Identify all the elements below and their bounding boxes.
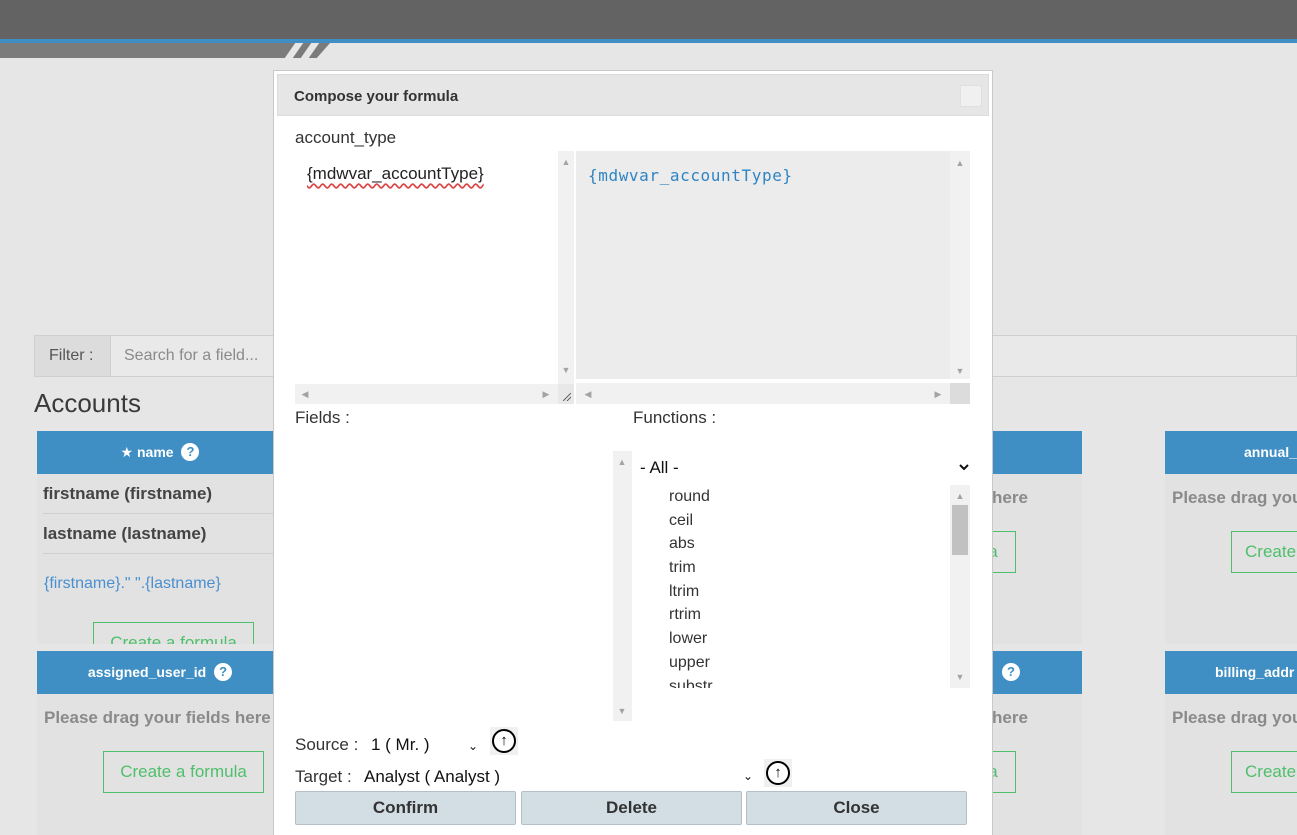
function-item[interactable]: trim [632, 556, 950, 580]
source-select[interactable]: 1 ( Mr. ) [371, 735, 430, 755]
compose-formula-dialog: Compose your formula account_type {mdwva… [273, 70, 993, 835]
filter-label: Filter : [35, 336, 111, 376]
app-topbar [0, 0, 1297, 40]
card-drop-hint: Please drag your fields here [44, 708, 271, 727]
scroll-up-icon[interactable]: ▲ [558, 157, 574, 167]
scroll-down-icon[interactable]: ▼ [558, 365, 574, 375]
fields-label: Fields : [295, 408, 350, 427]
target-up-button[interactable]: ↑ [764, 759, 792, 787]
scroll-left-icon[interactable]: ◀ [297, 389, 313, 399]
help-icon[interactable]: ? [214, 663, 233, 681]
card-drop-hint: here [992, 488, 1028, 507]
card-title: annual_ [1244, 444, 1297, 460]
functions-list: round ceil abs trim ltrim rtrim lower up… [632, 485, 950, 688]
target-field-name: account_type [295, 128, 397, 147]
topbar-accent-line [0, 39, 1297, 43]
field-card-name: ★ name ? firstname (firstname) lastname … [37, 431, 283, 644]
preview-horizontal-scrollbar[interactable]: ◀ ▶ [576, 383, 950, 404]
target-label: Target : [295, 767, 352, 786]
card-drop-hint: here [992, 708, 1028, 727]
create-formula-button[interactable]: Create [1231, 751, 1297, 793]
section-title: Accounts [34, 388, 141, 418]
card-formula-text: {firstname}." ".{lastname} [44, 575, 221, 592]
card-field-item[interactable]: firstname (firstname) [43, 474, 277, 514]
functions-panel-scrollbar[interactable]: ▲ ▼ [613, 451, 632, 721]
field-card-billing: billing_addr Please drag you Create [1165, 651, 1297, 835]
field-card-assigned-user-id: assigned_user_id ? Please drag your fiel… [37, 651, 283, 835]
scroll-down-icon[interactable]: ▼ [952, 366, 968, 376]
create-formula-button[interactable]: Create a formula [103, 751, 264, 793]
editor-resize-handle[interactable] [558, 384, 574, 404]
functions-label: Functions : [633, 408, 717, 427]
star-icon: ★ [120, 444, 134, 460]
close-button[interactable]: Close [746, 791, 967, 825]
card-title: name [136, 444, 174, 460]
create-formula-button[interactable]: Create a formula [93, 622, 254, 644]
formula-preview: {mdwvar_accountType} [576, 151, 950, 379]
help-icon[interactable]: ? [1002, 663, 1020, 681]
function-item[interactable]: rtrim [632, 603, 950, 627]
function-item[interactable]: ltrim [632, 580, 950, 604]
arrow-up-icon: ↑ [492, 729, 516, 753]
field-card-annual: annual_ Please drag you Create [1165, 431, 1297, 644]
preview-vertical-scrollbar[interactable]: ▲ ▼ [950, 151, 970, 379]
source-label: Source : [295, 735, 359, 754]
editor-vertical-scrollbar[interactable]: ▲ ▼ [558, 151, 574, 384]
scroll-up-icon[interactable]: ▲ [952, 491, 968, 501]
function-item[interactable]: upper [632, 651, 950, 675]
dialog-title: Compose your formula [294, 88, 459, 105]
chevron-down-icon[interactable]: ⌄ [468, 739, 478, 753]
function-item[interactable]: substr [632, 675, 950, 689]
function-item[interactable]: abs [632, 532, 950, 556]
scroll-up-icon[interactable]: ▲ [952, 158, 968, 168]
arrow-up-icon: ↑ [766, 761, 790, 785]
target-select[interactable]: Analyst ( Analyst ) [364, 767, 500, 787]
scroll-left-icon[interactable]: ◀ [580, 389, 596, 399]
function-item[interactable]: ceil [632, 509, 950, 533]
functions-list-scrollbar[interactable]: ▲ ▼ [950, 485, 970, 688]
topbar-decoration [0, 43, 330, 58]
close-icon[interactable] [960, 85, 982, 107]
delete-button[interactable]: Delete [521, 791, 742, 825]
card-drop-hint: Please drag you [1172, 708, 1297, 727]
scrollbar-thumb[interactable] [952, 505, 968, 555]
editor-horizontal-scrollbar[interactable]: ◀ ▶ [295, 384, 558, 404]
formula-editor[interactable]: {mdwvar_accountType} [295, 151, 555, 404]
scroll-up-icon[interactable]: ▲ [614, 457, 630, 467]
card-drop-hint: Please drag you [1172, 488, 1297, 507]
create-formula-button[interactable]: Create [1231, 531, 1297, 573]
chevron-down-icon[interactable]: ⌄ [743, 769, 753, 783]
scroll-down-icon[interactable]: ▼ [952, 672, 968, 682]
card-header: annual_ [1165, 431, 1297, 474]
scroll-right-icon[interactable]: ▶ [538, 389, 554, 399]
confirm-button[interactable]: Confirm [295, 791, 516, 825]
card-field-item[interactable]: lastname (lastname) [43, 514, 277, 554]
card-title: assigned_user_id [87, 664, 207, 680]
functions-category-select[interactable]: - All - [632, 454, 972, 480]
card-header: ★ name ? [37, 431, 283, 474]
function-item[interactable]: lower [632, 627, 950, 651]
scroll-right-icon[interactable]: ▶ [930, 389, 946, 399]
card-header: assigned_user_id ? [37, 651, 283, 694]
card-title: billing_addr [1215, 664, 1295, 680]
help-icon[interactable]: ? [181, 443, 200, 461]
card-header: billing_addr [1165, 651, 1297, 694]
scrollbar-corner [950, 383, 970, 404]
source-up-button[interactable]: ↑ [490, 727, 518, 755]
dialog-header: Compose your formula [277, 74, 989, 116]
scroll-down-icon[interactable]: ▼ [614, 706, 630, 716]
function-item[interactable]: round [632, 485, 950, 509]
